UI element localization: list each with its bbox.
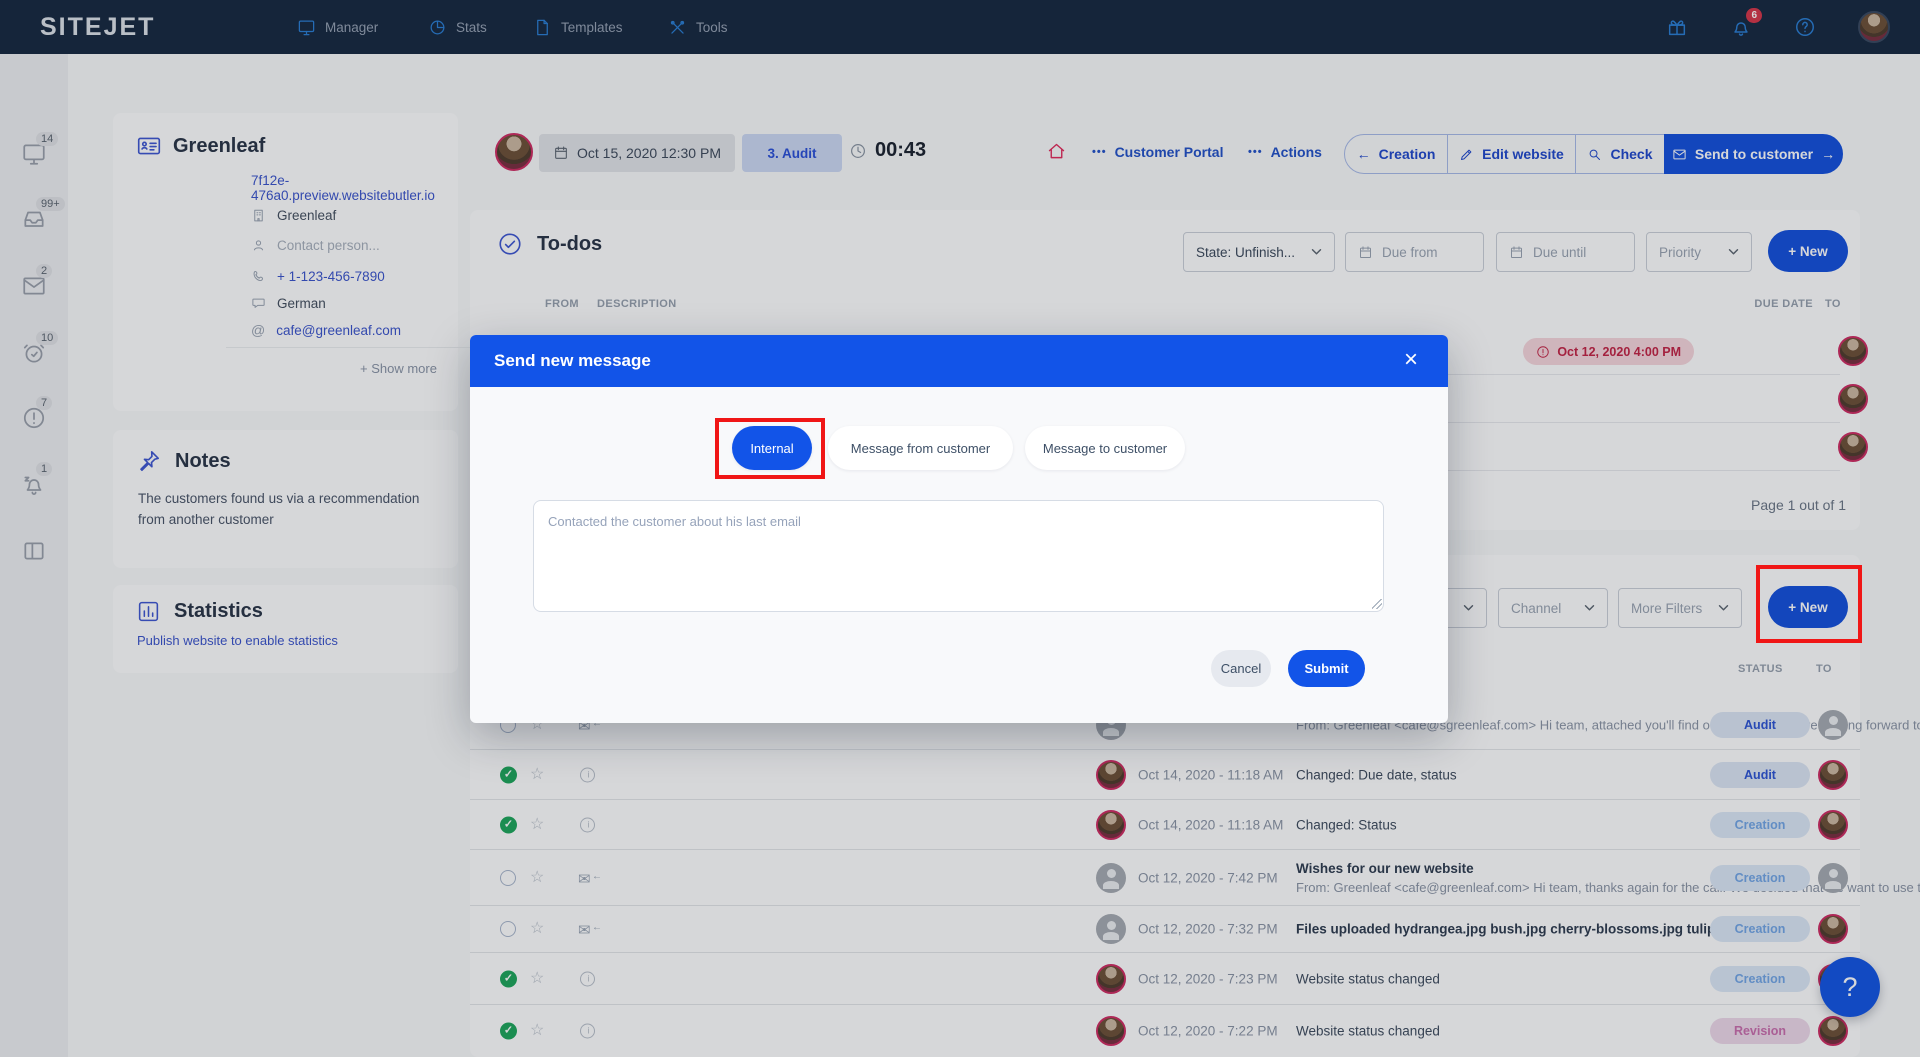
annotation-box-new-button xyxy=(1756,565,1862,643)
modal-header: Send new message × xyxy=(470,335,1448,387)
cancel-button[interactable]: Cancel xyxy=(1211,650,1271,687)
modal-title: Send new message xyxy=(494,351,651,371)
send-new-message-modal: Send new message × Internal Message from… xyxy=(470,335,1448,723)
textarea-resize-handle[interactable] xyxy=(1372,599,1382,609)
tab-message-to-customer[interactable]: Message to customer xyxy=(1025,426,1185,470)
tab-message-from-customer[interactable]: Message from customer xyxy=(828,426,1013,470)
annotation-box-internal-tab xyxy=(715,418,825,479)
app-window: SITEJET Manager Stats Templates Tools 6 xyxy=(0,0,1920,1057)
close-icon[interactable]: × xyxy=(1396,345,1426,375)
submit-button[interactable]: Submit xyxy=(1288,650,1365,687)
message-textarea[interactable] xyxy=(533,500,1384,612)
